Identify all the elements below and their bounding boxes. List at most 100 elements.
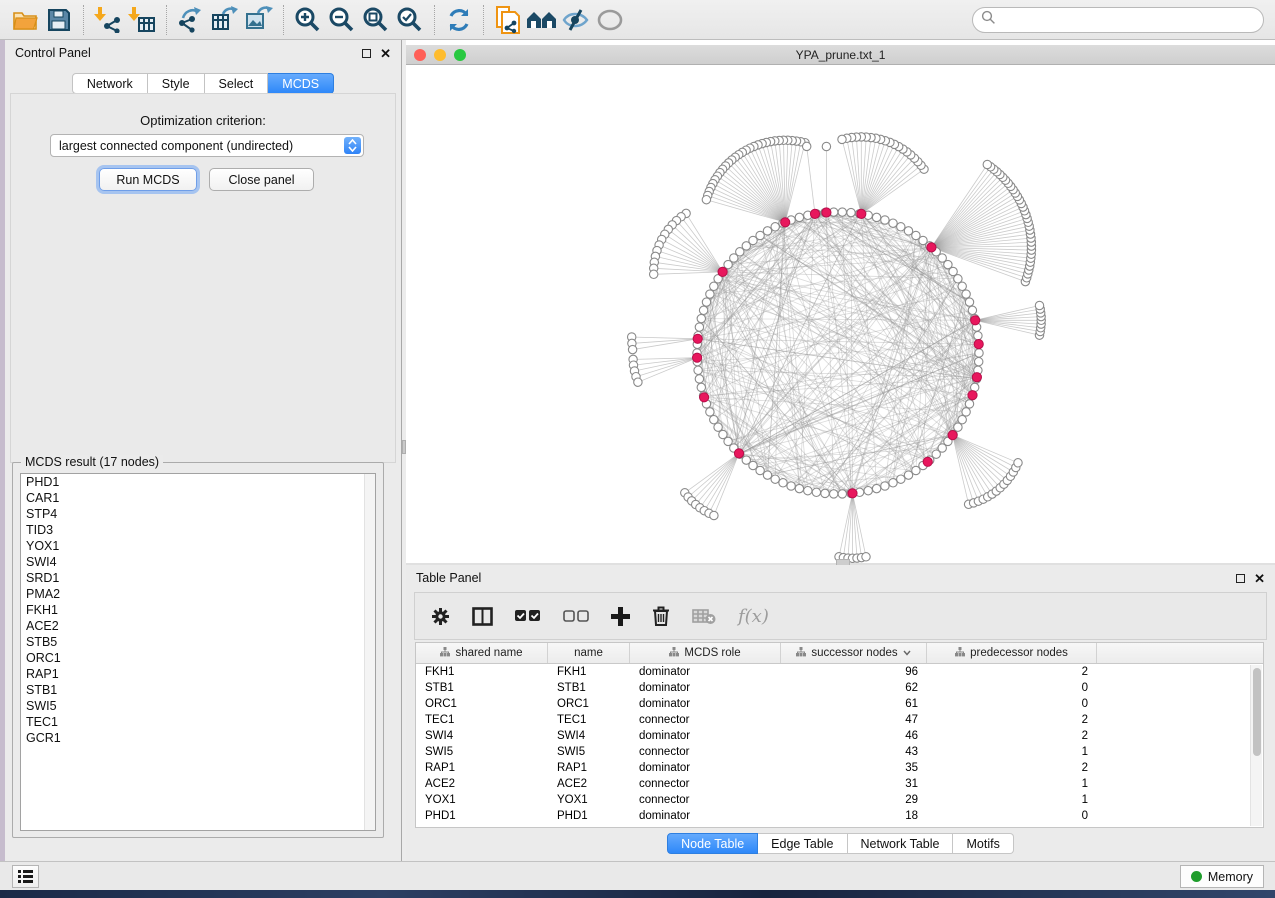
create-column-icon[interactable] xyxy=(611,607,630,626)
export-image-icon[interactable] xyxy=(242,4,276,36)
search-box xyxy=(972,7,1264,33)
birds-eye-view-icon[interactable] xyxy=(593,4,627,36)
table-cell: TEC1 xyxy=(416,714,548,726)
mcds-result-item[interactable]: STB1 xyxy=(21,682,375,698)
minimize-window-icon[interactable] xyxy=(434,49,446,61)
column-header-successor-nodes[interactable]: successor nodes xyxy=(781,643,927,663)
table-row[interactable]: STB1STB1dominator620 xyxy=(416,680,1263,696)
function-builder-icon[interactable]: f(x) xyxy=(738,606,769,627)
tab-mcds[interactable]: MCDS xyxy=(268,73,334,94)
new-network-from-selection-icon[interactable] xyxy=(491,4,525,36)
mcds-result-item[interactable]: PHD1 xyxy=(21,474,375,490)
float-panel-icon[interactable] xyxy=(1236,574,1245,583)
close-panel-icon[interactable]: ✕ xyxy=(1254,572,1265,585)
run-mcds-button[interactable]: Run MCDS xyxy=(99,168,197,191)
optimization-criterion-select[interactable]: largest connected component (undirected) xyxy=(50,134,364,157)
main-toolbar xyxy=(0,0,1275,40)
mcds-result-item[interactable]: GCR1 xyxy=(21,730,375,746)
table-row[interactable]: ORC1ORC1dominator610 xyxy=(416,696,1263,712)
table-cell: STB1 xyxy=(548,682,630,694)
mcds-result-list[interactable]: PHD1CAR1STP4TID3YOX1SWI4SRD1PMA2FKH1ACE2… xyxy=(20,473,376,831)
mcds-result-item[interactable]: TID3 xyxy=(21,522,375,538)
show-columns-icon[interactable] xyxy=(472,607,493,626)
table-row[interactable]: ACE2ACE2connector311 xyxy=(416,776,1263,792)
tab-select[interactable]: Select xyxy=(205,73,269,94)
mcds-result-item[interactable]: ORC1 xyxy=(21,650,375,666)
mcds-result-item[interactable]: ACE2 xyxy=(21,618,375,634)
close-panel-icon[interactable]: ✕ xyxy=(380,47,391,60)
table-cell: 62 xyxy=(781,682,927,694)
table-row[interactable]: YOX1YOX1connector291 xyxy=(416,792,1263,808)
column-header-predecessor-nodes[interactable]: predecessor nodes xyxy=(927,643,1097,663)
tab-style[interactable]: Style xyxy=(148,73,205,94)
select-all-icon[interactable] xyxy=(515,610,541,623)
memory-button[interactable]: Memory xyxy=(1180,865,1264,888)
mcds-result-item[interactable]: CAR1 xyxy=(21,490,375,506)
maximize-window-icon[interactable] xyxy=(454,49,466,61)
mcds-result-item[interactable]: PMA2 xyxy=(21,586,375,602)
sort-desc-icon xyxy=(903,650,911,656)
mcds-result-item[interactable]: STB5 xyxy=(21,634,375,650)
table-row[interactable]: SWI4SWI4dominator462 xyxy=(416,728,1263,744)
zoom-fit-icon[interactable] xyxy=(359,4,393,36)
table-cell: dominator xyxy=(630,698,781,710)
zoom-selected-icon[interactable] xyxy=(393,4,427,36)
table-cell: 1 xyxy=(927,794,1097,806)
mcds-result-title: MCDS result (17 nodes) xyxy=(21,455,163,469)
table-settings-icon[interactable] xyxy=(431,607,450,626)
table-row[interactable]: FKH1FKH1dominator962 xyxy=(416,664,1263,680)
table-cell: connector xyxy=(630,778,781,790)
deselect-all-icon[interactable] xyxy=(563,610,589,623)
mcds-result-item[interactable]: TEC1 xyxy=(21,714,375,730)
mcds-result-item[interactable]: YOX1 xyxy=(21,538,375,554)
table-row[interactable]: SWI5SWI5connector431 xyxy=(416,744,1263,760)
network-graph[interactable] xyxy=(406,65,1275,563)
zoom-in-icon[interactable] xyxy=(291,4,325,36)
mcds-result-item[interactable]: FKH1 xyxy=(21,602,375,618)
tab-network-table[interactable]: Network Table xyxy=(848,833,954,854)
apply-layout-icon[interactable] xyxy=(442,4,476,36)
mcds-result-item[interactable]: STP4 xyxy=(21,506,375,522)
network-window-titlebar[interactable]: YPA_prune.txt_1 xyxy=(406,45,1275,65)
close-window-icon[interactable] xyxy=(414,49,426,61)
first-neighbors-icon[interactable] xyxy=(525,4,559,36)
import-network-icon[interactable] xyxy=(91,4,125,36)
tab-edge-table[interactable]: Edge Table xyxy=(758,833,847,854)
column-header-MCDS-role[interactable]: MCDS role xyxy=(630,643,781,663)
mcds-result-item[interactable]: RAP1 xyxy=(21,666,375,682)
close-panel-button[interactable]: Close panel xyxy=(209,168,314,191)
tab-network[interactable]: Network xyxy=(72,73,148,94)
mcds-result-item[interactable]: SWI4 xyxy=(21,554,375,570)
import-table-icon[interactable] xyxy=(125,4,159,36)
open-file-icon[interactable] xyxy=(8,4,42,36)
zoom-out-icon[interactable] xyxy=(325,4,359,36)
column-header-shared-name[interactable]: shared name xyxy=(416,643,548,663)
export-table-icon[interactable] xyxy=(208,4,242,36)
result-list-scrollbar[interactable] xyxy=(364,474,375,830)
table-row[interactable]: TEC1TEC1connector472 xyxy=(416,712,1263,728)
control-panel-tabs: Network Style Select MCDS xyxy=(5,73,401,94)
delete-columns-icon[interactable] xyxy=(652,606,670,626)
column-header-name[interactable]: name xyxy=(548,643,630,663)
tab-node-table[interactable]: Node Table xyxy=(667,833,758,854)
table-body: FKH1FKH1dominator962STB1STB1dominator620… xyxy=(416,664,1263,824)
table-cell: 46 xyxy=(781,730,927,742)
delete-table-icon[interactable] xyxy=(692,608,716,625)
search-input[interactable] xyxy=(996,10,1263,30)
mcds-result-item[interactable]: SWI5 xyxy=(21,698,375,714)
mcds-result-item[interactable]: SRD1 xyxy=(21,570,375,586)
float-panel-icon[interactable] xyxy=(362,49,371,58)
table-row[interactable]: RAP1RAP1dominator352 xyxy=(416,760,1263,776)
table-cell: dominator xyxy=(630,730,781,742)
column-namespace-icon xyxy=(669,647,679,660)
table-row[interactable]: PHD1PHD1dominator180 xyxy=(416,808,1263,824)
scrollbar-thumb[interactable] xyxy=(1253,668,1261,756)
tab-motifs[interactable]: Motifs xyxy=(953,833,1013,854)
show-hide-graphics-details-icon[interactable] xyxy=(559,4,593,36)
column-namespace-icon xyxy=(955,647,965,660)
save-session-icon[interactable] xyxy=(42,4,76,36)
table-scrollbar[interactable] xyxy=(1250,665,1262,826)
export-network-icon[interactable] xyxy=(174,4,208,36)
table-cell: 47 xyxy=(781,714,927,726)
task-history-button[interactable] xyxy=(12,865,39,888)
